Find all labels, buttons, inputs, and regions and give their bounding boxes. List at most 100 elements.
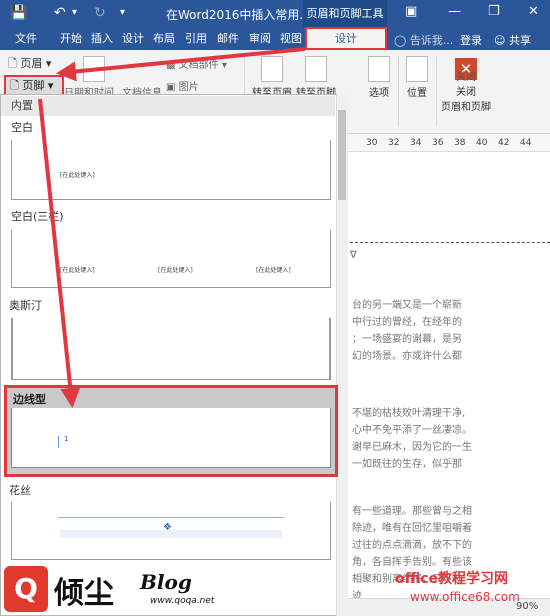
- undo-dropdown-icon[interactable]: ▾: [72, 4, 77, 22]
- tab-view[interactable]: 视图: [275, 27, 307, 50]
- position-button[interactable]: 位置: [402, 56, 432, 99]
- goto-footer-button[interactable]: 转至页脚: [294, 56, 338, 99]
- tell-me-label: 告诉我...: [409, 34, 454, 47]
- gallery-item-label: 边线型: [13, 393, 46, 406]
- document-text-line: 除迹，唯有在回忆里咀嚼着: [352, 523, 472, 534]
- blog-logo: Q: [4, 566, 48, 612]
- ribbon-separator: [436, 56, 437, 126]
- blog-name-watermark: 倾尘: [54, 576, 114, 611]
- blog-word-watermark: Blog: [140, 570, 192, 594]
- ribbon-tab-bar: 文件 开始 插入 设计 布局 引用 邮件 审阅 视图 设计 ◯ 告诉我... 登…: [0, 27, 550, 50]
- person-icon: ☺: [494, 34, 506, 47]
- footer-button-label: 页脚: [22, 79, 45, 92]
- tell-me-search[interactable]: ◯ 告诉我...: [394, 32, 453, 48]
- document-title: 在Word2016中插入常用...: [166, 8, 311, 22]
- blog-url-watermark: www.qoqa.net: [150, 596, 215, 606]
- document-text-line: 角，各自挥手告别。有些该: [352, 557, 472, 568]
- tab-home[interactable]: 开始: [55, 27, 87, 50]
- goto-footer-icon: [305, 56, 327, 82]
- gallery-item-label: 奥斯汀: [9, 299, 42, 312]
- document-text-line: 幻的场景。亦或许什么都: [352, 351, 462, 362]
- document-text-line: 心中不免平添了一丝凄凉。: [352, 425, 472, 436]
- title-bar: 💾 ↶ ▾ ↻ ▾ 在Word2016中插入常用... 页眉和页脚工具 ▣ — …: [0, 0, 550, 27]
- options-label: 选项: [369, 88, 389, 99]
- ruler-tick: 40: [476, 138, 488, 148]
- office-url-watermark: www.office68.com: [410, 590, 520, 604]
- filigree-ornament-icon: ❖: [163, 522, 172, 533]
- gallery-item-label: 空白: [11, 121, 33, 134]
- position-label: 位置: [407, 88, 427, 99]
- tab-references[interactable]: 引用: [180, 27, 212, 50]
- document-text-line: 过往的点点滴滴，放不下的: [352, 540, 472, 551]
- document-text-line: 中行过的曾经，在经年的: [352, 317, 462, 328]
- document-text-line: 台的另一端又是一个崭新: [352, 300, 462, 311]
- tab-design[interactable]: 设计: [117, 27, 149, 50]
- tab-header-footer-design[interactable]: 设计: [305, 27, 387, 50]
- ruler-tick: 36: [432, 138, 444, 148]
- customize-toolbar-icon[interactable]: ▾: [120, 4, 125, 22]
- redo-icon: ↻: [94, 5, 106, 21]
- doc-parts-button[interactable]: ▩ 文档部件 ▾: [166, 56, 227, 71]
- gallery-item-austin[interactable]: [11, 318, 331, 380]
- ruler-tick: 42: [498, 138, 510, 148]
- calendar-icon: [83, 56, 105, 82]
- gallery-item-sideline[interactable]: 边线型 1: [4, 385, 338, 477]
- gallery-item-label: 花丝: [9, 484, 31, 497]
- tab-review[interactable]: 审阅: [244, 27, 276, 50]
- picture-label: 图片: [178, 82, 199, 93]
- close-group-label: 关闭: [456, 72, 476, 83]
- date-time-button[interactable]: [74, 56, 114, 84]
- header-button[interactable]: 🗋 页眉 ▾: [4, 54, 62, 74]
- horizontal-ruler: 30 32 34 36 38 40 42 44: [348, 134, 550, 152]
- gallery-scroll-thumb[interactable]: [338, 110, 346, 200]
- ruler-tick: 38: [454, 138, 466, 148]
- tab-file[interactable]: 文件: [10, 27, 42, 50]
- ribbon-display-options-icon[interactable]: ▣: [405, 4, 417, 19]
- restore-icon[interactable]: ❐: [488, 4, 500, 19]
- placeholder-text: [在此处键入]: [158, 267, 193, 274]
- placeholder-text: [在此处键入]: [60, 267, 95, 274]
- document-text-line: ；一场盛宴的谢幕，是另: [352, 334, 462, 345]
- ruler-tick: 32: [388, 138, 400, 148]
- goto-header-button[interactable]: 转至页眉: [250, 56, 294, 99]
- sideline-preview: 1: [11, 408, 331, 468]
- minimize-icon[interactable]: —: [448, 4, 461, 19]
- ribbon-separator: [398, 56, 399, 126]
- position-icon: [406, 56, 428, 82]
- tab-mailings[interactable]: 邮件: [212, 27, 244, 50]
- sideline-accent: [58, 436, 59, 448]
- context-tab-title: 页眉和页脚工具: [303, 0, 387, 27]
- header-marker: ∇: [350, 250, 357, 261]
- gallery-section-builtin: 内置: [1, 96, 335, 116]
- tab-insert[interactable]: 插入: [86, 27, 118, 50]
- filigree-top-line: [58, 517, 284, 518]
- document-text-line: 谢早已麻木，因为它的一生: [352, 442, 472, 453]
- picture-button[interactable]: ▣ 图片: [166, 78, 199, 93]
- close-header-footer-button[interactable]: ✕ 关闭 页眉和页脚: [438, 58, 494, 113]
- share-label: 共享: [508, 34, 531, 47]
- placeholder-text: [在此处键入]: [256, 267, 291, 274]
- document-text-line: 一如既往的生存，似乎那: [352, 459, 462, 470]
- gallery-item-blank-three-column[interactable]: [在此处键入] [在此处键入] [在此处键入]: [11, 230, 331, 288]
- login-link[interactable]: 登录: [460, 32, 482, 48]
- page-number-text: 1: [64, 435, 69, 443]
- close-label-1: 关闭: [456, 87, 476, 98]
- options-button[interactable]: 选项: [362, 56, 396, 99]
- office-site-watermark: office教程学习网: [395, 571, 509, 587]
- close-label-2: 页眉和页脚: [441, 102, 491, 113]
- ruler-tick: 30: [366, 138, 378, 148]
- undo-icon[interactable]: ↶: [54, 4, 66, 22]
- goto-header-icon: [261, 56, 283, 82]
- ruler-tick: 44: [520, 138, 532, 148]
- gallery-item-blank[interactable]: [在此处键入]: [11, 140, 331, 200]
- document-text-line: 有一些道理。那些曾与之相: [352, 506, 472, 517]
- document-text-line: 不堪的枯枝败叶清理干净,: [352, 408, 466, 419]
- options-icon: [368, 56, 390, 82]
- placeholder-text: [在此处键入]: [60, 172, 95, 179]
- close-icon[interactable]: ✕: [528, 4, 539, 19]
- save-icon[interactable]: 💾: [10, 4, 27, 22]
- tab-layout[interactable]: 布局: [148, 27, 180, 50]
- gallery-item-label: 空白(三栏): [11, 210, 64, 223]
- doc-parts-label: 文档部件: [178, 60, 219, 71]
- share-button[interactable]: ☺ 共享: [494, 32, 531, 48]
